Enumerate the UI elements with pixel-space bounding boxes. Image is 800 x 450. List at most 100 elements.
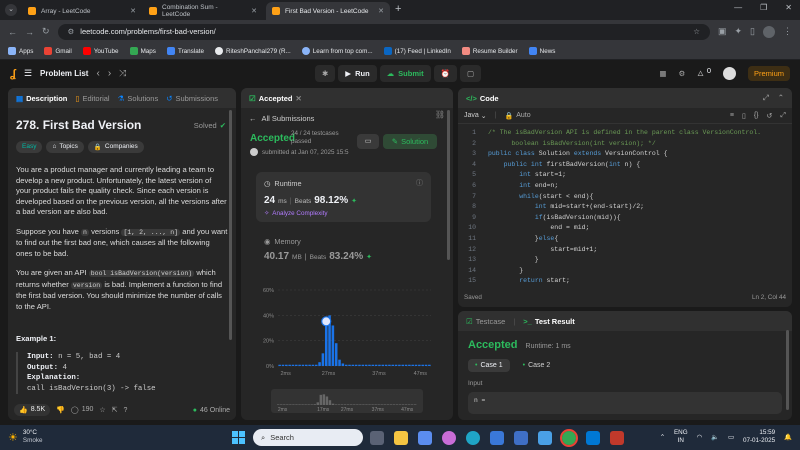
new-tab-button[interactable]: + [395, 3, 401, 15]
bookmark-gmail[interactable]: Gmail [44, 47, 72, 55]
bookmark-resume[interactable]: Resume Builder [461, 47, 518, 55]
task-view-icon[interactable] [370, 431, 384, 445]
test-scrollbar[interactable] [786, 330, 789, 410]
close-tab-icon[interactable]: ✕ [251, 7, 257, 15]
code-line[interactable]: 10 end = mid; [462, 223, 792, 234]
close-tab-icon[interactable]: ✕ [130, 7, 136, 15]
close-window-icon[interactable]: ✕ [785, 3, 792, 12]
settings-gear-icon[interactable]: ⚙ [679, 69, 686, 78]
streak-counter[interactable]: 🜂 0 [697, 66, 711, 81]
edge-icon[interactable] [466, 431, 480, 445]
comments-button[interactable]: ◯ 190 [71, 406, 94, 414]
language-select[interactable]: Java ⌄ [464, 112, 487, 120]
browser-tab-first-bad-version[interactable]: First Bad Version - LeetCode ✕ [266, 2, 390, 20]
random-problem-icon[interactable]: ⤨ [119, 68, 126, 79]
runtime-range-slider[interactable]: 2ms 17ms 27ms 37ms 47ms [271, 389, 423, 413]
vscode-icon[interactable] [586, 431, 600, 445]
braces-icon[interactable]: {} [754, 112, 759, 120]
volume-icon[interactable]: 🔈 [711, 433, 719, 441]
fullscreen-icon[interactable]: ⤢ [780, 112, 786, 120]
bookmark-learn[interactable]: Learn from top com... [301, 47, 373, 55]
like-button[interactable]: 👍 8.5K [14, 404, 51, 416]
tab-solutions[interactable]: ⚗ Solutions [118, 94, 159, 103]
wifi-icon[interactable]: ◠ [697, 434, 703, 441]
dislike-icon[interactable]: 👎 [56, 406, 65, 414]
collapse-panel-icon[interactable]: ⌃ [778, 93, 784, 103]
bookmark-translate[interactable]: Translate [166, 47, 204, 55]
notifications-icon[interactable]: 🔔 [784, 433, 792, 441]
extension-icon[interactable]: ▣ [718, 26, 727, 37]
description-scrollbar[interactable] [229, 110, 232, 340]
link-icon[interactable]: ⛓ [435, 110, 445, 119]
copilot-icon[interactable] [442, 431, 456, 445]
notes-button[interactable]: ▢ [459, 65, 482, 82]
case-2-button[interactable]: • Case 2 [516, 359, 558, 372]
tab-testcase[interactable]: ☑ Testcase [466, 317, 505, 326]
prev-problem-icon[interactable]: ‹ [96, 68, 99, 79]
back-icon[interactable]: ← [8, 27, 17, 37]
tray-chevron-icon[interactable]: ⌃ [660, 434, 665, 441]
bookmark-linkedin[interactable]: (17) Feed | LinkedIn [383, 47, 451, 55]
maximize-icon[interactable]: ❐ [760, 3, 767, 12]
code-line[interactable]: 1 /* The isBadVersion API is defined in t… [462, 128, 792, 139]
bookmark-youtube[interactable]: YouTube [82, 47, 119, 55]
chrome-icon[interactable] [560, 429, 578, 447]
companies-tag[interactable]: 🔒 Companies [87, 141, 144, 153]
taskbar-search[interactable]: ⌕ Search [253, 429, 363, 446]
submission-scrollbar[interactable] [447, 110, 450, 260]
browser-tab-array[interactable]: Array - LeetCode ✕ [22, 2, 142, 20]
widget-icon[interactable] [418, 431, 432, 445]
runtime-distribution-chart[interactable]: 60% 40% 20% 0% 2ms 27ms 37ms 47ms [256, 284, 436, 384]
code-line[interactable]: 2 boolean isBadVersion(int version); */ [462, 139, 792, 150]
code-line[interactable]: 9 if(isBadVersion(mid)){ [462, 213, 792, 224]
sidebar-icon[interactable]: ▯ [750, 26, 755, 37]
forward-icon[interactable]: → [25, 27, 34, 37]
topics-tag[interactable]: ⌂ Topics [46, 141, 84, 153]
profile-avatar[interactable] [763, 25, 775, 38]
problem-list-icon[interactable]: ☰ [24, 68, 32, 79]
bookmark-star-icon[interactable]: ☆ [693, 27, 700, 36]
weather-widget[interactable]: ☀ 30°C Smoke [8, 429, 42, 445]
file-explorer-icon[interactable] [394, 431, 408, 445]
format-icon[interactable]: ≡ [730, 112, 734, 120]
code-line[interactable]: 6 int end=n; [462, 181, 792, 192]
code-line[interactable]: 3 public class Solution extends VersionCo… [462, 149, 792, 160]
browser-tab-combination-sum[interactable]: Combination Sum - LeetCode ✕ [143, 2, 263, 20]
timer-button[interactable]: ⏰ [433, 65, 457, 82]
bookmark-icon[interactable]: ▯ [742, 112, 746, 120]
layout-icon[interactable]: ▦ [659, 69, 666, 78]
debug-button[interactable]: ✱ [315, 65, 336, 82]
bookmark-github[interactable]: RiteshPanchal279 (R... [214, 47, 291, 55]
code-line[interactable]: 4 public int firstBadVersion(int n) { [462, 160, 792, 171]
analyze-complexity-link[interactable]: ✧ Analyze Complexity [264, 210, 328, 217]
input-language[interactable]: ENG IN [674, 429, 688, 445]
premium-button[interactable]: Premium [747, 66, 790, 81]
java-ide-icon[interactable] [610, 431, 624, 445]
code-area[interactable]: 1 /* The isBadVersion API is defined in t… [458, 124, 792, 288]
leetcode-logo-icon[interactable]: ʆ [10, 68, 16, 80]
minimize-icon[interactable]: — [734, 3, 742, 12]
code-line[interactable]: 11 }else{ [462, 234, 792, 245]
memory-card[interactable]: ◉ Memory 40.17 MB | Beats 83.24% ✦ [256, 235, 431, 270]
address-bar[interactable]: ⚙ leetcode.com/problems/first-bad-versio… [57, 23, 710, 40]
bookmark-apps[interactable]: Apps [8, 47, 33, 55]
next-problem-icon[interactable]: › [108, 68, 111, 79]
auto-complete-toggle[interactable]: 🔒 Auto [505, 112, 531, 120]
code-line[interactable]: 8 int mid=start+(end-start)/2; [462, 202, 792, 213]
run-button[interactable]: ▶ Run [338, 65, 377, 82]
tab-search-button[interactable]: ⌄ [5, 4, 17, 16]
tab-submissions[interactable]: ↺ Submissions [166, 94, 218, 103]
bookmark-maps[interactable]: Maps [129, 47, 156, 55]
code-tab[interactable]: </> Code [466, 94, 499, 103]
share-icon[interactable]: ⇱ [112, 406, 118, 414]
extensions-puzzle-icon[interactable]: ✦ [735, 26, 743, 37]
site-info-icon[interactable]: ⚙ [68, 27, 75, 36]
tab-test-result[interactable]: >_ Test Result [523, 317, 574, 326]
code-line[interactable]: 14 } [462, 266, 792, 277]
problem-list-link[interactable]: Problem List [40, 69, 88, 78]
tab-description[interactable]: ▤ Description [16, 94, 67, 103]
solution-button[interactable]: ✎ Solution [383, 134, 437, 149]
reset-icon[interactable]: ↺ [767, 112, 773, 120]
code-line[interactable]: 15 return start; [462, 276, 792, 287]
help-icon[interactable]: ? [124, 407, 128, 414]
